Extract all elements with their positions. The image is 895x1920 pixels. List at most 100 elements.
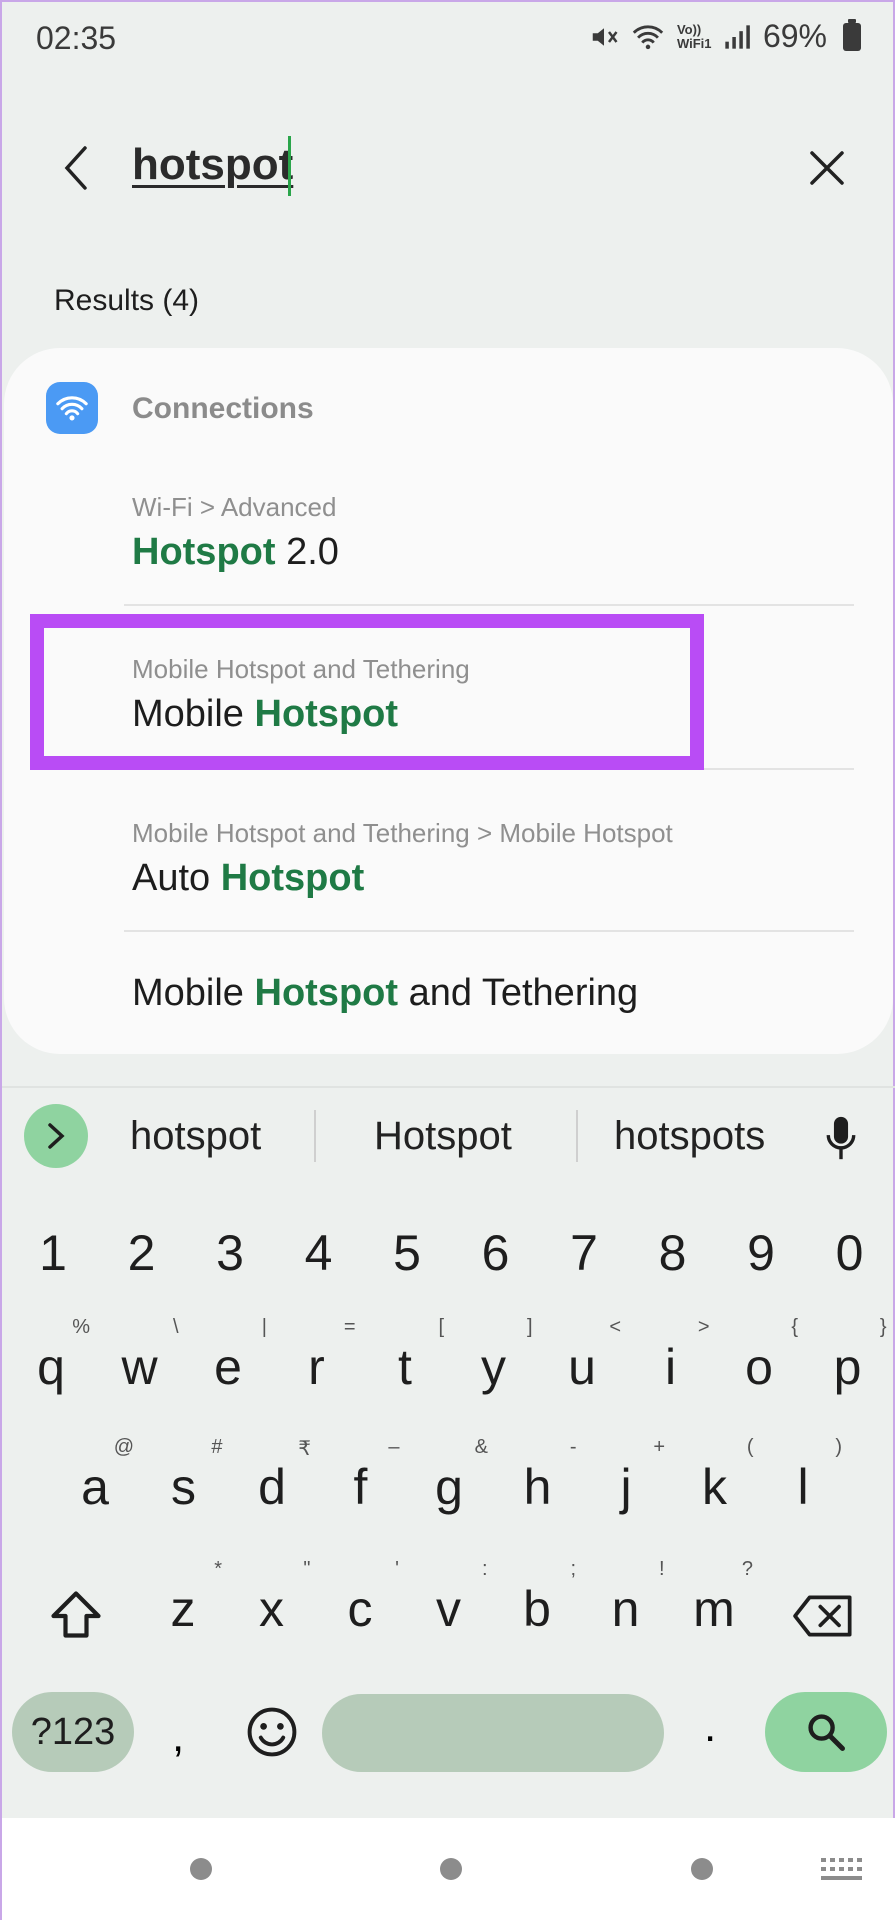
key-y[interactable]: y] [459,1316,533,1396]
nav-recents-button[interactable] [190,1858,212,1880]
connections-category-icon [46,382,98,434]
key-alt-char: # [211,1436,223,1458]
key-1[interactable]: 1 [18,1224,88,1282]
nav-back-button[interactable] [691,1858,713,1880]
back-button[interactable] [46,138,106,198]
key-2[interactable]: 2 [107,1224,177,1282]
key-l[interactable]: l) [768,1436,842,1516]
annotation-highlight-box [30,614,704,770]
search-input[interactable]: hotspot [132,140,293,190]
keyboard-separator [2,1086,895,1088]
key-3[interactable]: 3 [195,1224,265,1282]
period-key[interactable]: . [704,1702,716,1752]
result-item-hotspot-2[interactable]: Wi-Fi > Advanced Hotspot 2.0 [132,492,339,574]
suggestion-1[interactable]: hotspot [130,1114,261,1159]
key-q[interactable]: q% [16,1316,90,1396]
status-time: 02:35 [36,20,117,56]
key-t[interactable]: t[ [370,1316,444,1396]
key-k[interactable]: k( [680,1436,754,1516]
key-o[interactable]: o{ [724,1316,798,1396]
key-c[interactable]: c ' [325,1558,400,1638]
search-submit-key[interactable] [765,1692,887,1772]
suggestion-separator [314,1110,316,1162]
result-title: Auto Hotspot [132,857,673,900]
key-w[interactable]: w \ [105,1316,178,1396]
key-alt-char: [ [438,1316,444,1338]
keyboard-toolbar-button[interactable] [24,1104,88,1168]
key-0[interactable]: 0 [815,1224,885,1282]
key-alt-char: ; [570,1558,576,1580]
key-i[interactable]: i > [636,1316,710,1396]
emoji-key[interactable] [244,1704,300,1760]
key-j[interactable]: j + [591,1436,665,1516]
title-prefix: Mobile [132,972,255,1014]
result-title: Hotspot 2.0 [132,531,339,574]
backspace-icon [793,1595,852,1637]
category-label: Connections [132,392,314,425]
result-path: Wi-Fi > Advanced [132,492,337,522]
key-alt-char: : [481,1558,488,1580]
key-alt-char: { [791,1316,798,1338]
battery-percent: 69% [762,18,827,54]
key-9[interactable]: 9 [726,1224,796,1282]
backspace-key[interactable] [791,1590,855,1642]
divider [124,930,854,932]
key-p[interactable]: p} [813,1316,887,1396]
key-r[interactable]: r = [282,1316,355,1396]
key-alt-char: – [388,1436,400,1458]
key-alt-char: ! [658,1558,665,1580]
volte-wifi-icon: Vo)) WiFi1 [676,21,712,51]
nav-home-button[interactable] [440,1858,462,1880]
result-path: Mobile Hotspot and Tethering > Mobile Ho… [132,818,673,848]
divider [124,604,854,606]
key-4[interactable]: 4 [284,1224,354,1282]
result-item-auto-hotspot[interactable]: Mobile Hotspot and Tethering > Mobile Ho… [132,818,673,900]
symbols-key[interactable]: ?123 [12,1692,134,1772]
suggestion-3[interactable]: hotspots [614,1114,765,1159]
search-icon [808,1714,845,1751]
suggestion-separator [576,1110,578,1162]
key-alt-char: \ [172,1316,179,1338]
key-alt-char: | [261,1316,267,1338]
comma-key[interactable]: , [172,1712,184,1762]
key-alt-char: " [303,1558,311,1580]
space-key[interactable] [322,1694,664,1772]
key-v[interactable]: v: [414,1558,488,1638]
hide-keyboard-button[interactable] [819,1854,863,1884]
battery-icon [843,18,861,51]
key-m[interactable]: m? [679,1558,753,1638]
key-alt-char: ' [395,1558,399,1580]
key-5[interactable]: 5 [372,1224,442,1282]
key-x[interactable]: x " [237,1558,311,1638]
key-7[interactable]: 7 [549,1224,619,1282]
key-z[interactable]: z * [148,1558,223,1638]
key-alt-char: ₹ [298,1438,311,1460]
key-alt-char: ] [526,1316,533,1338]
key-6[interactable]: 6 [461,1224,531,1282]
key-alt-char: } [879,1316,887,1338]
key-h[interactable]: h- [503,1436,577,1516]
key-s[interactable]: s # [149,1436,223,1516]
key-a[interactable]: a @ [60,1436,134,1516]
key-8[interactable]: 8 [638,1224,708,1282]
result-title: Mobile Hotspot and Tethering [132,972,638,1015]
clear-search-button[interactable] [797,138,857,198]
key-alt-char: ) [835,1436,842,1458]
title-suffix: and Tethering [398,972,639,1014]
key-alt-char: = [343,1316,356,1338]
shift-key[interactable] [46,1586,106,1646]
title-suffix: 2.0 [275,531,339,573]
title-highlight: Hotspot [220,857,365,899]
key-u[interactable]: u < [547,1316,621,1396]
key-d[interactable]: d ₹ [237,1438,311,1516]
key-f[interactable]: f – [326,1436,400,1516]
key-n[interactable]: n! [591,1558,665,1638]
voice-input-button[interactable] [813,1110,869,1166]
key-b[interactable]: b; [502,1558,576,1638]
key-g[interactable]: g & [414,1436,488,1516]
title-prefix: Auto [132,857,221,899]
key-alt-char: ( [746,1436,754,1458]
result-item-hotspot-tethering[interactable]: Mobile Hotspot and Tethering [132,972,638,1015]
key-e[interactable]: e | [193,1316,267,1396]
suggestion-2[interactable]: Hotspot [374,1114,512,1159]
